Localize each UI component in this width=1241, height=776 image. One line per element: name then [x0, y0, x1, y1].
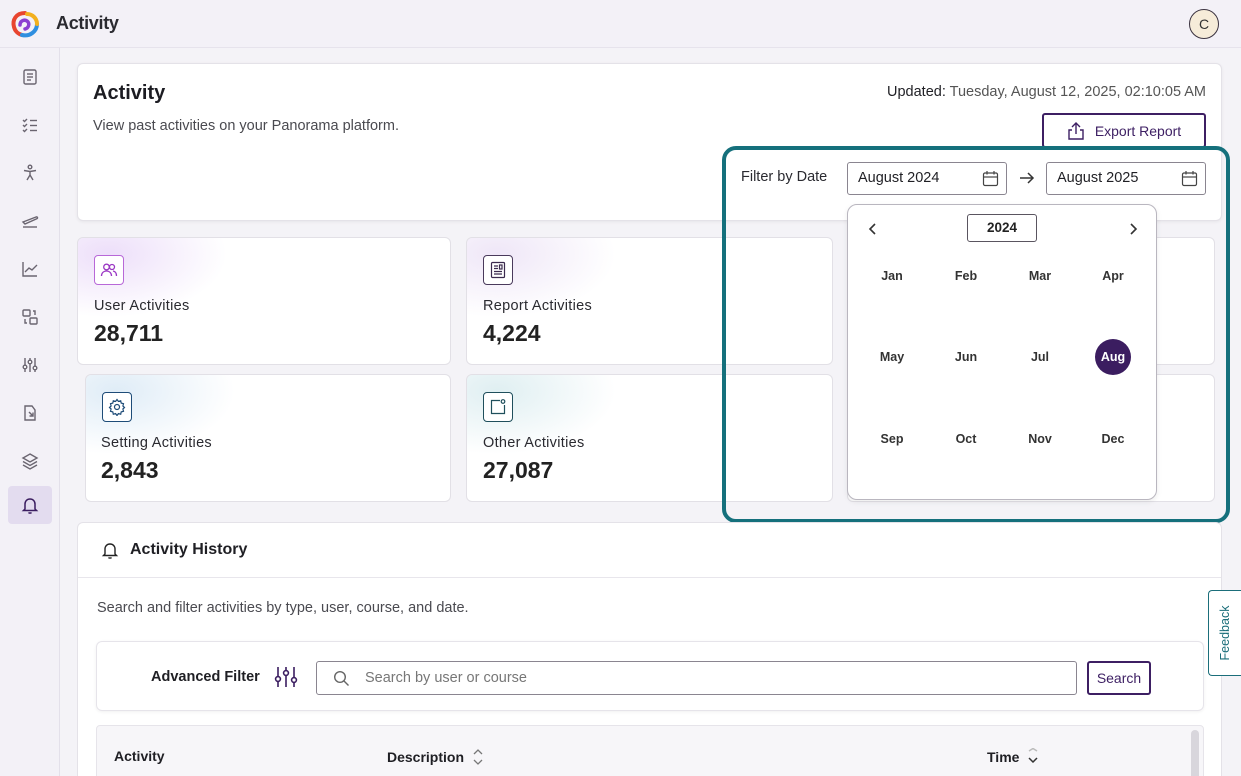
- column-activity[interactable]: Activity: [114, 748, 165, 764]
- feedback-tab[interactable]: Feedback: [1208, 590, 1241, 676]
- advanced-filter-label: Advanced Filter: [151, 669, 260, 685]
- stat-value: 2,843: [101, 457, 159, 483]
- top-bar: Activity C: [0, 0, 1241, 48]
- stat-card-user-activities[interactable]: User Activities 28,711: [77, 237, 451, 365]
- stat-label: Setting Activities: [101, 435, 212, 451]
- sidebar-item-convert[interactable]: [8, 298, 52, 336]
- advanced-filter-bar: Advanced Filter Search: [96, 641, 1204, 711]
- column-time-label: Time: [987, 749, 1020, 765]
- picker-year[interactable]: 2024: [967, 214, 1037, 242]
- filter-by-date-label: Filter by Date: [741, 169, 828, 185]
- stat-value: 28,711: [94, 320, 164, 346]
- upload-icon: [1068, 121, 1084, 140]
- stat-label: Report Activities: [483, 298, 593, 314]
- month-jun[interactable]: Jun: [948, 339, 984, 375]
- updated-timestamp: Updated: Tuesday, August 12, 2025, 02:10…: [887, 84, 1206, 100]
- month-nov[interactable]: Nov: [1022, 421, 1058, 457]
- activity-header-panel: Activity View past activities on your Pa…: [77, 63, 1222, 221]
- convert-icon: [22, 309, 38, 325]
- sidebar-item-settings-sliders[interactable]: [8, 346, 52, 384]
- column-description[interactable]: Description: [387, 748, 484, 766]
- sort-icon[interactable]: [1027, 748, 1039, 766]
- bell-icon: [101, 543, 119, 559]
- export-report-label: Export Report: [1094, 122, 1182, 139]
- users-icon: [94, 255, 124, 285]
- app-title: Activity: [56, 13, 119, 33]
- table-scrollbar[interactable]: [1191, 730, 1199, 776]
- month-dec[interactable]: Dec: [1095, 421, 1131, 457]
- history-header: Activity History: [78, 523, 1221, 578]
- column-time[interactable]: Time: [987, 748, 1039, 766]
- month-apr[interactable]: Apr: [1095, 258, 1131, 294]
- stat-value: 4,224: [483, 320, 541, 346]
- search-icon: [333, 670, 349, 686]
- stat-label: User Activities: [94, 298, 190, 314]
- date-from-value: August 2024: [858, 170, 940, 186]
- file-import-icon: [24, 405, 36, 421]
- checklist-icon: [22, 118, 37, 133]
- stat-card-other-activities[interactable]: Other Activities 27,087: [466, 374, 833, 502]
- sidebar-item-layers[interactable]: [8, 442, 52, 480]
- calendar-icon[interactable]: [982, 170, 999, 187]
- search-button[interactable]: Search: [1087, 661, 1151, 695]
- chart-line-icon: [22, 262, 38, 277]
- date-from-input[interactable]: August 2024: [847, 162, 1007, 195]
- month-jul[interactable]: Jul: [1022, 339, 1058, 375]
- table-header: Activity Description Time: [96, 725, 1204, 776]
- sort-icon[interactable]: [472, 748, 484, 766]
- month-oct[interactable]: Oct: [948, 421, 984, 457]
- column-description-label: Description: [387, 749, 465, 765]
- prev-year-button[interactable]: [863, 219, 883, 239]
- history-title: Activity History: [130, 541, 248, 558]
- updated-value: Tuesday, August 12, 2025, 02:10:05 AM: [949, 84, 1206, 100]
- sidebar-item-activity[interactable]: [8, 486, 52, 524]
- month-picker-popover: 2024 Jan Feb Mar Apr May Jun Jul Aug Sep…: [847, 204, 1157, 500]
- activity-history-panel: Activity History Search and filter activ…: [77, 522, 1222, 776]
- calendar-icon[interactable]: [1181, 170, 1198, 187]
- sidebar: [0, 48, 60, 776]
- column-activity-label: Activity: [114, 748, 165, 764]
- month-aug-selected[interactable]: Aug: [1095, 339, 1131, 375]
- document-icon: [23, 69, 37, 85]
- filter-sliders-icon[interactable]: [273, 664, 299, 690]
- app-logo-icon[interactable]: [8, 10, 42, 38]
- date-to-input[interactable]: August 2025: [1046, 162, 1206, 195]
- month-sep[interactable]: Sep: [874, 421, 910, 457]
- feedback-label: Feedback: [1218, 605, 1232, 661]
- sidebar-item-documents[interactable]: [8, 58, 52, 96]
- user-avatar[interactable]: C: [1189, 9, 1219, 39]
- page-subtitle: View past activities on your Panorama pl…: [93, 118, 399, 134]
- stat-value: 27,087: [483, 457, 554, 483]
- month-jan[interactable]: Jan: [874, 258, 910, 294]
- report-icon: [483, 255, 513, 285]
- sidebar-item-checklist[interactable]: [8, 106, 52, 144]
- month-may[interactable]: May: [874, 339, 910, 375]
- arrow-right-icon: [1020, 172, 1035, 184]
- other-icon: [483, 392, 513, 422]
- updated-label: Updated:: [887, 84, 946, 100]
- page-title: Activity: [93, 82, 166, 104]
- sliders-icon: [22, 358, 38, 372]
- layers-icon: [21, 453, 39, 470]
- bell-icon: [21, 498, 39, 514]
- chevron-left-icon: [868, 223, 876, 235]
- sidebar-item-import[interactable]: [8, 394, 52, 432]
- sidebar-item-accessibility[interactable]: [8, 154, 52, 192]
- next-year-button[interactable]: [1123, 219, 1143, 239]
- month-mar[interactable]: Mar: [1022, 258, 1058, 294]
- export-report-button[interactable]: Export Report: [1042, 113, 1206, 148]
- search-input[interactable]: [316, 661, 1077, 695]
- sidebar-item-analytics[interactable]: [8, 250, 52, 288]
- stat-card-report-activities[interactable]: Report Activities 4,224: [466, 237, 833, 365]
- history-description: Search and filter activities by type, us…: [97, 600, 469, 616]
- stat-label: Other Activities: [483, 435, 585, 451]
- sidebar-item-flights[interactable]: [8, 202, 52, 240]
- chevron-right-icon: [1130, 223, 1138, 235]
- stat-card-setting-activities[interactable]: Setting Activities 2,843: [85, 374, 451, 502]
- plane-icon: [21, 216, 39, 228]
- gear-icon: [102, 392, 132, 422]
- accessibility-icon: [23, 164, 37, 181]
- month-feb[interactable]: Feb: [948, 258, 984, 294]
- date-to-value: August 2025: [1057, 170, 1139, 186]
